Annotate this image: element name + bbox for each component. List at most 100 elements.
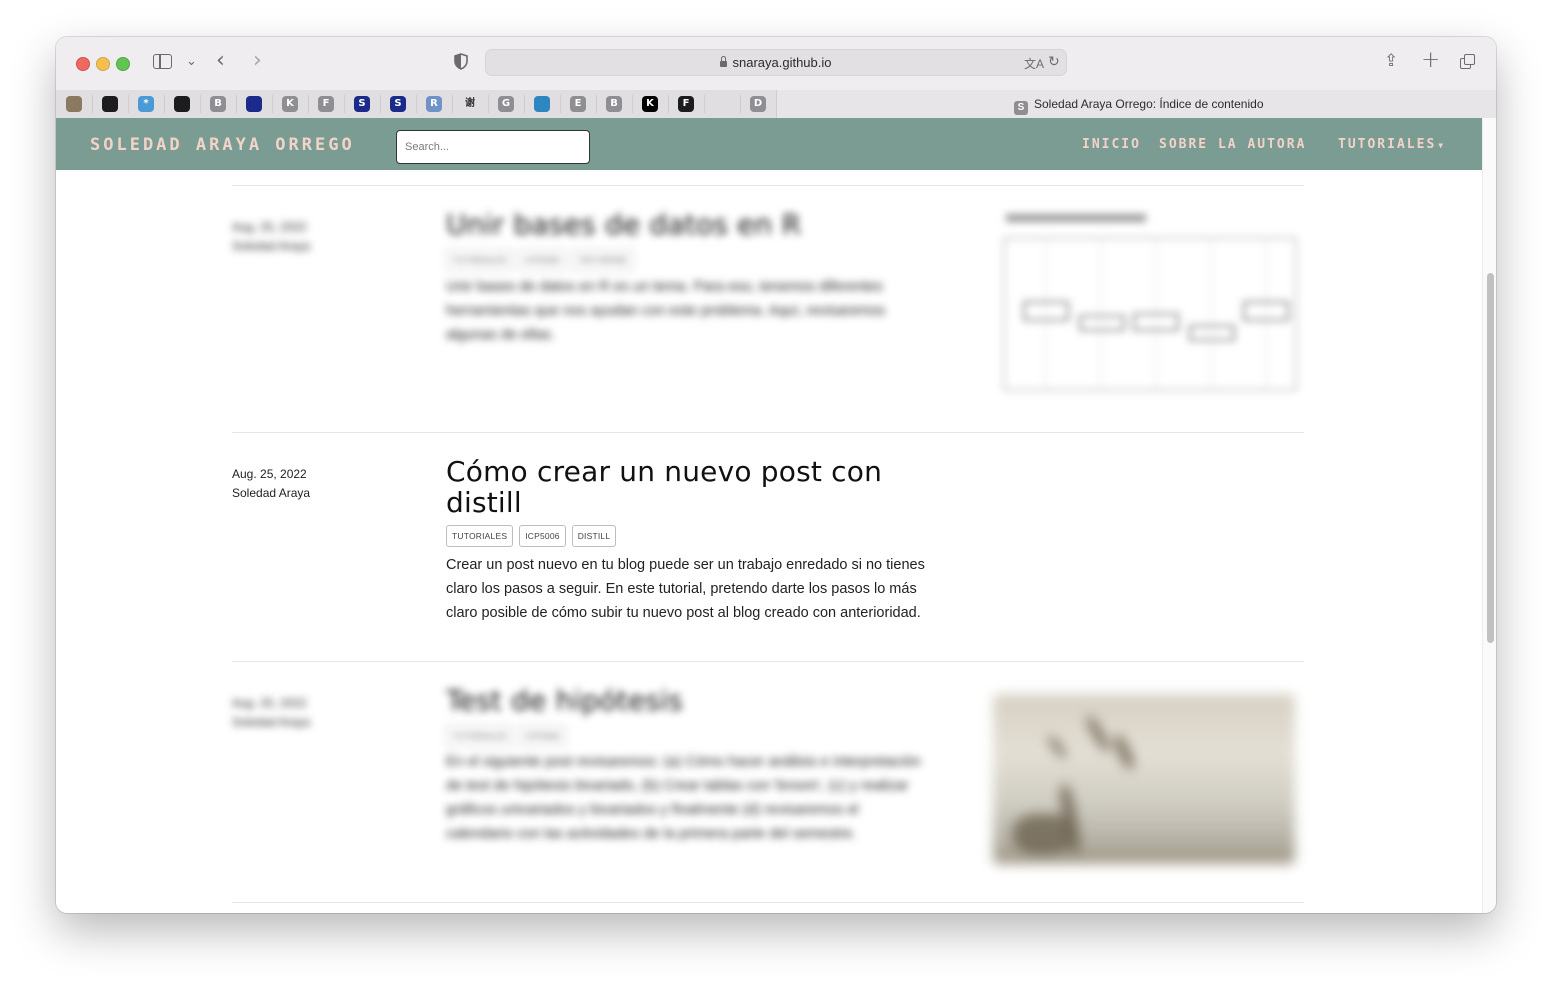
favorite-separator <box>560 95 561 113</box>
new-tab-icon[interactable]: + <box>1421 47 1440 73</box>
favorite-separator <box>704 95 705 113</box>
favorite-icon[interactable]: K <box>642 96 658 112</box>
scrollbar-thumb[interactable] <box>1487 273 1494 643</box>
post-divider <box>232 902 1304 903</box>
favorite-icon[interactable]: 谢 <box>462 96 478 112</box>
nav-sobre-la-autora[interactable]: SOBRE LA AUTORA <box>1159 137 1306 152</box>
site-navbar: SOLEDAD ARAYA ORREGO INICIO SOBRE LA AUT… <box>56 118 1482 170</box>
favorite-icon[interactable]: B <box>606 96 622 112</box>
post-description: Crear un post nuevo en tu blog puede ser… <box>446 557 925 621</box>
favorite-separator <box>524 95 525 113</box>
url-text: snaraya.github.io <box>732 55 832 70</box>
forward-icon[interactable]: › <box>253 48 262 73</box>
sidebar-toggle-icon[interactable] <box>153 54 172 69</box>
tab-title: Soledad Araya Orrego: Índice de contenid… <box>1034 97 1264 111</box>
post-divider <box>232 432 1304 433</box>
reed-shape <box>1045 734 1069 760</box>
close-window-button[interactable] <box>76 57 90 71</box>
favorite-icon[interactable]: F <box>318 96 334 112</box>
favorite-separator <box>416 95 417 113</box>
site-title[interactable]: SOLEDAD ARAYA ORREGO <box>90 135 355 155</box>
minimize-window-button[interactable] <box>96 57 110 71</box>
nav-tutoriales[interactable]: TUTORIALES ▼ <box>1338 137 1445 152</box>
favorite-separator <box>740 95 741 113</box>
favorite-separator <box>236 95 237 113</box>
tag-icp5006[interactable]: ICP5006 <box>519 525 566 547</box>
address-text: snaraya.github.io <box>486 55 1066 70</box>
favorite-icon[interactable] <box>102 96 118 112</box>
post-tags: TUTORIALES ICP5006 DISTILL <box>446 525 617 547</box>
favorite-separator <box>200 95 201 113</box>
favorite-icon[interactable] <box>66 96 82 112</box>
translate-icon[interactable]: 文A <box>1024 55 1044 72</box>
favorite-icon[interactable]: * <box>138 96 154 112</box>
favorite-icon[interactable]: G <box>498 96 514 112</box>
zoom-window-button[interactable] <box>116 57 130 71</box>
favorite-icon[interactable]: B <box>210 96 226 112</box>
tag-tutoriales[interactable]: TUTORIALES <box>446 525 514 547</box>
favorite-icon[interactable]: S <box>390 96 406 112</box>
reed-shape <box>1110 733 1138 771</box>
post-date: Aug. 25, 2022 <box>232 467 307 481</box>
favorite-separator <box>380 95 381 113</box>
post-divider <box>232 661 1304 662</box>
favorites-bar: * B K F S S R 谢 G E B K F D S Soledad Araya Orrego: Ín… <box>56 90 1496 119</box>
favorite-separator <box>596 95 597 113</box>
browser-toolbar: ⌄ ‹ › snaraya.github.io 文A ↻ ⇪ + <box>56 37 1496 90</box>
favorite-icon[interactable] <box>534 96 550 112</box>
favorite-icon[interactable]: E <box>570 96 586 112</box>
favorite-separator <box>164 95 165 113</box>
search-input[interactable] <box>396 130 590 164</box>
favorite-separator <box>92 95 93 113</box>
favorite-icon[interactable]: R <box>426 96 442 112</box>
favorite-icon[interactable] <box>246 96 262 112</box>
share-icon[interactable]: ⇪ <box>1384 51 1398 71</box>
tag[interactable]: TUTORIALES <box>446 249 514 271</box>
post-title[interactable]: Unir bases de datos en R <box>446 209 936 240</box>
reed-shape <box>1083 714 1113 754</box>
dropdown-caret-icon: ▼ <box>1438 141 1446 150</box>
tag[interactable]: ICP5006 <box>519 249 566 271</box>
favorite-icon[interactable]: S <box>354 96 370 112</box>
chevron-down-icon[interactable]: ⌄ <box>186 54 197 69</box>
favorite-icon[interactable]: F <box>678 96 694 112</box>
address-bar[interactable]: snaraya.github.io 文A ↻ <box>485 49 1067 76</box>
tag[interactable]: ICP5006 <box>519 725 566 747</box>
privacy-shield-icon[interactable] <box>454 53 468 70</box>
browser-window: ⌄ ‹ › snaraya.github.io 文A ↻ ⇪ + * B K F S S R… <box>56 37 1496 913</box>
tag[interactable]: TUTORIALES <box>446 725 514 747</box>
favorite-icon[interactable]: D <box>750 96 766 112</box>
tag[interactable]: TIDYVERSE <box>571 249 634 271</box>
post-tags: TUTORIALES ICP5006 TIDYVERSE <box>446 249 634 271</box>
favorite-icon[interactable] <box>174 96 190 112</box>
post-date: Aug. 25, 2022 <box>232 220 307 234</box>
favorite-separator <box>308 95 309 113</box>
favorite-icon[interactable] <box>714 96 730 112</box>
post-title[interactable]: Cómo crear un nuevo post con distill <box>446 456 936 518</box>
nav-inicio[interactable]: INICIO <box>1082 137 1141 152</box>
tab-overview-icon[interactable] <box>1460 54 1475 69</box>
tab-favicon: S <box>1014 101 1028 115</box>
post-thumbnail-chart[interactable] <box>986 210 1304 406</box>
post-thumbnail-photo[interactable] <box>993 694 1295 864</box>
reload-icon[interactable]: ↻ <box>1048 53 1060 70</box>
favorite-separator <box>344 95 345 113</box>
post-author: Soledad Araya <box>232 239 311 253</box>
post-author: Soledad Araya <box>232 715 311 729</box>
post-title[interactable]: Test de hipótesis <box>446 685 936 716</box>
back-icon[interactable]: ‹ <box>216 48 225 73</box>
post-author: Soledad Araya <box>232 486 311 500</box>
favorite-separator <box>452 95 453 113</box>
tag-distill[interactable]: DISTILL <box>571 525 617 547</box>
lock-icon <box>720 56 728 67</box>
post-description: Unir bases de datos en R es un tema. Par… <box>446 279 886 343</box>
active-tab[interactable]: S Soledad Araya Orrego: Índice de conteni… <box>1014 97 1264 115</box>
favorite-separator <box>632 95 633 113</box>
favorite-icon[interactable]: K <box>282 96 298 112</box>
post-tags: TUTORIALES ICP5006 <box>446 725 566 747</box>
post-date: Aug. 25, 2022 <box>232 696 307 710</box>
page-scrollbar[interactable] <box>1482 118 1496 913</box>
favorite-separator <box>272 95 273 113</box>
favorite-separator <box>488 95 489 113</box>
nav-tutoriales-label: TUTORIALES <box>1338 137 1437 152</box>
